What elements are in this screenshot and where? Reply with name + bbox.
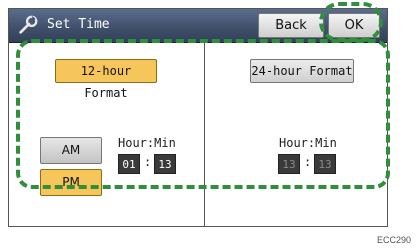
back-button[interactable]: Back — [258, 13, 324, 38]
pm-button[interactable]: PM — [40, 169, 102, 196]
panel-divider — [204, 43, 205, 227]
format-12-hour-button[interactable]: 12-hour Format — [55, 59, 157, 100]
time-colon-12: : — [144, 155, 152, 169]
wrench-icon — [19, 15, 38, 34]
minute-field-24: 13 — [314, 154, 336, 174]
title-bar: Set Time Back OK — [9, 9, 387, 43]
hour-field-24: 13 — [278, 154, 300, 174]
figure-code: ECC290 — [376, 235, 411, 245]
hour-field-12[interactable]: 01 — [118, 154, 140, 174]
hour-min-label-12: Hour:Min — [118, 136, 176, 150]
hour-min-label-24: Hour:Min — [279, 136, 337, 150]
set-time-screen: Set Time Back OK 12-hour Format AM PM Ho… — [8, 8, 388, 227]
am-button[interactable]: AM — [40, 137, 102, 164]
ok-button[interactable]: OK — [328, 13, 380, 38]
minute-field-12[interactable]: 13 — [154, 154, 176, 174]
format-24-hour-button[interactable]: 24-hour Format — [250, 59, 354, 83]
page-title: Set Time — [47, 17, 110, 32]
time-colon-24: : — [304, 155, 312, 169]
